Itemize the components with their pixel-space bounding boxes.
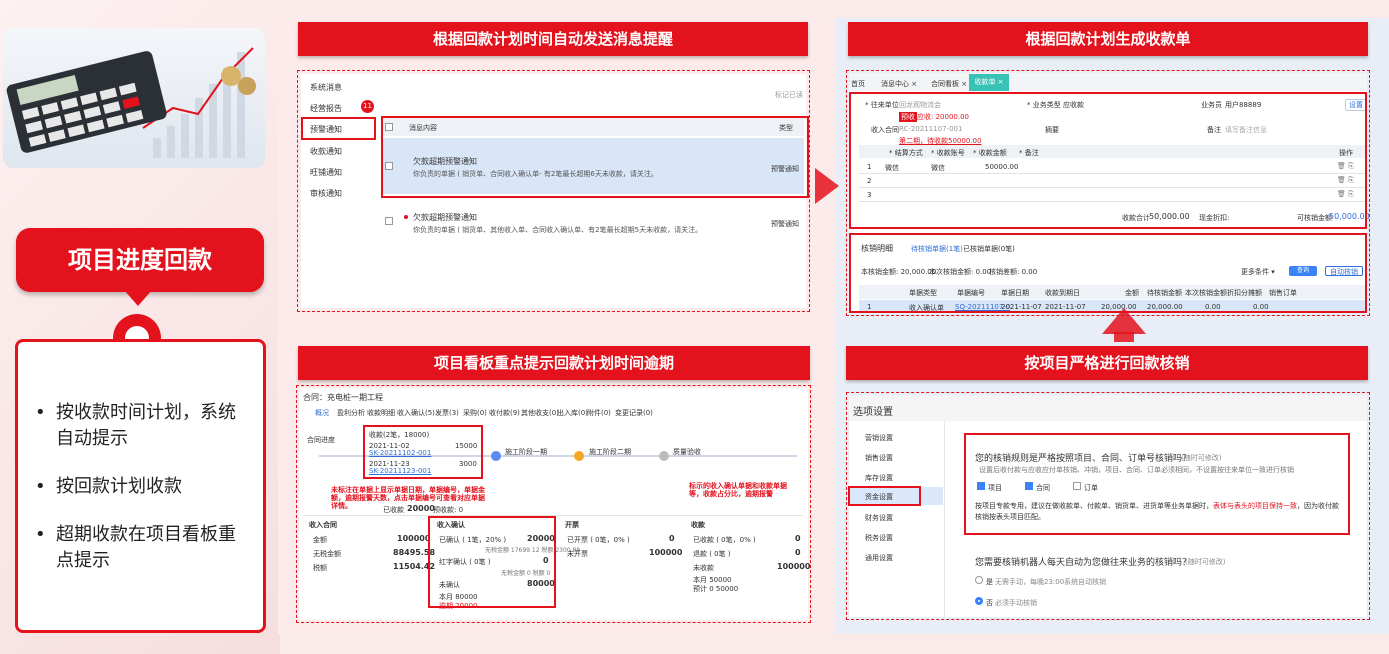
- panel2-title: 根据回款计划生成收款单: [848, 22, 1368, 56]
- flow-arrow-right-icon: [815, 168, 839, 204]
- feature-item: 按收款时间计划，系统自动提示: [18, 400, 263, 452]
- settings-menu-item[interactable]: 税务设置: [865, 533, 893, 543]
- card-value: 100000: [649, 548, 683, 557]
- card-label: 未收款: [693, 564, 714, 572]
- tab-receipt[interactable]: 收款单 ×: [969, 74, 1009, 91]
- radio-no[interactable]: [975, 597, 983, 605]
- card-value: 100000: [777, 562, 811, 571]
- panel3-title: 项目看板重点提示回款计划时间逾期: [298, 346, 810, 380]
- settings-menu-item[interactable]: 库存设置: [865, 473, 893, 483]
- node-label: 施工阶段二期: [589, 448, 631, 456]
- tab-bar: [849, 73, 1367, 91]
- received-label: 已收款: [383, 506, 404, 514]
- menu-system-msg[interactable]: 系统消息: [310, 82, 342, 93]
- board-tab[interactable]: 收入确认(5): [397, 408, 435, 418]
- card-label: 退款 ( 0笔 ): [693, 550, 731, 558]
- settings-header-bar: [849, 395, 1367, 421]
- menu-divider: [944, 421, 945, 617]
- highlight-receipt-form: [849, 92, 1367, 229]
- highlight-fund-menu: [848, 486, 921, 506]
- unread-badge: 11: [361, 100, 374, 113]
- menu-receipt[interactable]: 收款通知: [310, 146, 342, 157]
- row-checkbox[interactable]: [385, 217, 393, 225]
- card-label: 未开票: [567, 550, 588, 558]
- board-tab[interactable]: 附件(0): [587, 408, 611, 418]
- msg-type: 预警通知: [771, 220, 799, 228]
- board-tab[interactable]: 变更记录(0): [615, 408, 653, 418]
- radio-no-sub: 必须手动核销: [995, 599, 1037, 607]
- unread-dot: [404, 215, 408, 219]
- note-right: 标示的收入确认单据和收款单据等，收款占分比，逾期报警: [689, 482, 787, 498]
- card-value: 0: [795, 548, 801, 557]
- tab-message-center[interactable]: 消息中心 ×: [881, 79, 917, 89]
- timeline-node: [491, 451, 501, 461]
- card-value: 100000: [397, 534, 431, 543]
- card-label: 无税金额: [313, 550, 341, 558]
- msg-desc: 你负责的单据 ( 销货单、其他收入单、合同收入确认单、有2笔最长超期5天未收款，…: [413, 226, 703, 234]
- section-title: 项目进度回款: [16, 228, 264, 292]
- feature-item: 按回款计划收款: [18, 474, 263, 500]
- highlight-message-row: [381, 116, 809, 198]
- panel4-title: 按项目严格进行回款核销: [846, 346, 1368, 380]
- highlight-detail: [849, 233, 1367, 313]
- panel1-title: 根据回款计划时间自动发送消息提醒: [298, 22, 808, 56]
- received-amount: 20000: [407, 504, 435, 513]
- highlight-confirm-card: [428, 516, 556, 608]
- board-tab[interactable]: 收款明细: [367, 408, 395, 418]
- card-label: 已开票 ( 0笔，0% ): [567, 536, 630, 544]
- question-robot-hint: (随时可修改): [1185, 558, 1226, 566]
- radio-yes-sub: 无需手动，每晚23:00系统自动核销: [995, 578, 1107, 586]
- contract-title: 合同：充电桩一期工程: [303, 393, 383, 402]
- feature-item: 超期收款在项目看板重点提示: [18, 522, 263, 574]
- board-tab[interactable]: 收付款(9): [489, 408, 520, 418]
- card-label: 税额: [313, 564, 327, 572]
- settings-menu-item[interactable]: 财务设置: [865, 513, 893, 523]
- highlight-rule-block: [964, 433, 1350, 535]
- feature-list: 按收款时间计划，系统自动提示 按回款计划收款 超期收款在项目看板重点提示: [15, 339, 266, 633]
- board-tab[interactable]: 概况: [315, 408, 329, 418]
- tab-contract-board[interactable]: 合同看板 ×: [931, 79, 967, 89]
- node-label: 质量验收: [673, 448, 701, 456]
- settings-menu-item[interactable]: 营销设置: [865, 433, 893, 443]
- card-invoice-title: 开票: [565, 521, 579, 529]
- timeline-node: [659, 451, 669, 461]
- calculator-photo: [3, 28, 265, 168]
- radio-yes[interactable]: [975, 576, 983, 584]
- timeline-label: 合同进度: [307, 436, 335, 444]
- menu-business-report[interactable]: 经营报告: [310, 103, 342, 114]
- card-label: 金额: [313, 536, 327, 544]
- settings-header: 选项设置: [853, 407, 893, 418]
- card-value: 0: [795, 534, 801, 543]
- highlight-plan-box: [363, 425, 483, 479]
- settings-menu-item[interactable]: 销售设置: [865, 453, 893, 463]
- settings-menu-item[interactable]: 通用设置: [865, 553, 893, 563]
- mark-read-link[interactable]: 标记已读: [775, 90, 803, 100]
- menu-audit[interactable]: 审核通知: [310, 188, 342, 199]
- radio-no-label: 否: [986, 599, 993, 607]
- board-tab[interactable]: 采购(0): [463, 408, 487, 418]
- board-tab[interactable]: 盈利分析: [337, 408, 365, 418]
- node-label: 施工阶段一期: [505, 448, 547, 456]
- card-plan: 预计 0 50000: [693, 585, 739, 593]
- board-tab[interactable]: 发票(3): [435, 408, 459, 418]
- title-pointer: [124, 290, 152, 306]
- board-tab[interactable]: 其他收支(0): [521, 408, 559, 418]
- highlight-warning-menu: [301, 117, 376, 140]
- timeline-node: [574, 451, 584, 461]
- menu-shop[interactable]: 旺铺通知: [310, 167, 342, 178]
- flow-arrow-up-icon: [1102, 308, 1146, 334]
- flow-arrow-up-stem: [1114, 332, 1134, 342]
- card-receipt-title: 收款: [691, 521, 705, 529]
- card-contract-title: 收入合同: [309, 521, 337, 529]
- question-robot: 您需要核销机器人每天自动为您做往来业务的核销吗？: [975, 558, 1192, 568]
- tab-home[interactable]: 首页: [851, 79, 865, 89]
- radio-yes-label: 是: [986, 578, 993, 586]
- board-tab[interactable]: 出入库(0): [557, 408, 588, 418]
- card-value: 0: [669, 534, 675, 543]
- card-label: 已收款 ( 0笔，0% ): [693, 536, 756, 544]
- prepay-label: 预收款: 0: [433, 506, 464, 514]
- msg-title: 欠款超期预警通知: [413, 213, 477, 222]
